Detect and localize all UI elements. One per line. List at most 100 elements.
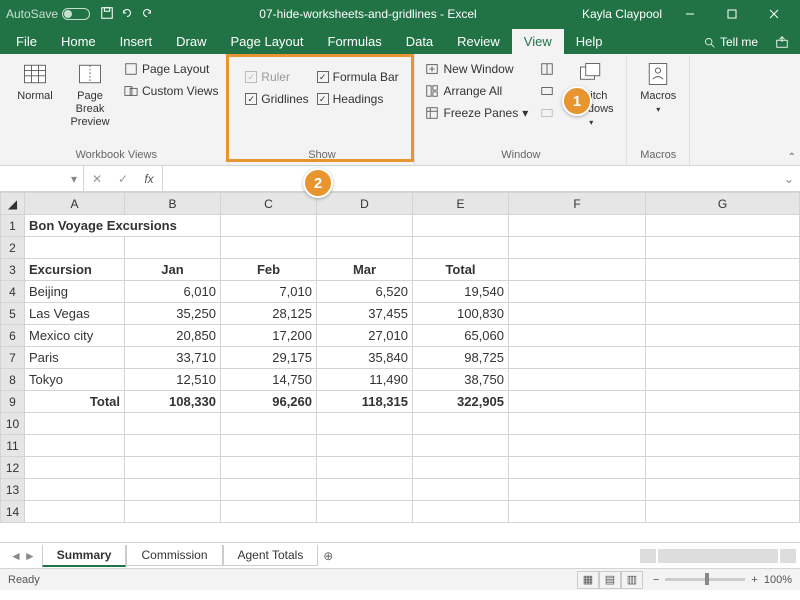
cell[interactable] [509, 215, 646, 237]
cell[interactable] [509, 237, 646, 259]
row-header[interactable]: 8 [1, 369, 25, 391]
tab-draw[interactable]: Draw [164, 29, 218, 54]
cell[interactable]: 6,010 [125, 281, 221, 303]
cell[interactable]: 27,010 [317, 325, 413, 347]
row-header[interactable]: 6 [1, 325, 25, 347]
cell[interactable] [413, 413, 509, 435]
cell[interactable] [646, 347, 800, 369]
enter-formula-icon[interactable]: ✓ [110, 166, 136, 191]
new-sheet-button[interactable]: ⊕ [318, 549, 338, 563]
cell[interactable] [509, 435, 646, 457]
cell[interactable] [25, 413, 125, 435]
prev-sheet-icon[interactable]: ◄ [10, 549, 22, 563]
page-break-view-icon[interactable]: ▥ [621, 571, 643, 589]
next-sheet-icon[interactable]: ► [24, 549, 36, 563]
row-header[interactable]: 10 [1, 413, 25, 435]
sheet-tab-summary[interactable]: Summary [42, 545, 127, 567]
undo-icon[interactable] [120, 6, 134, 23]
cell[interactable]: Mar [317, 259, 413, 281]
cell[interactable] [221, 413, 317, 435]
cell[interactable] [646, 391, 800, 413]
fx-icon[interactable]: fx [136, 166, 162, 191]
tab-page-layout[interactable]: Page Layout [219, 29, 316, 54]
cell[interactable] [509, 303, 646, 325]
cell[interactable] [646, 281, 800, 303]
cell[interactable] [317, 413, 413, 435]
row-header[interactable]: 12 [1, 457, 25, 479]
cell[interactable]: 33,710 [125, 347, 221, 369]
cell[interactable]: Excursion [25, 259, 125, 281]
toggle-off-icon[interactable] [62, 8, 90, 20]
cell[interactable] [646, 259, 800, 281]
tab-home[interactable]: Home [49, 29, 108, 54]
name-box[interactable]: ▾ [0, 166, 84, 191]
tell-me-search[interactable]: Tell me [693, 30, 768, 54]
row-header[interactable]: 14 [1, 501, 25, 523]
cell[interactable]: Feb [221, 259, 317, 281]
tab-view[interactable]: View [512, 29, 564, 54]
col-header[interactable]: A [25, 193, 125, 215]
headings-checkbox[interactable]: ✓Headings [313, 88, 403, 110]
sheet-nav[interactable]: ◄► [4, 549, 42, 563]
cell[interactable] [317, 501, 413, 523]
page-break-preview-button[interactable]: Page Break Preview [60, 58, 120, 132]
cell[interactable]: Total [25, 391, 125, 413]
row-header[interactable]: 13 [1, 479, 25, 501]
zoom-slider[interactable] [665, 578, 745, 581]
cell[interactable] [509, 281, 646, 303]
cell[interactable] [509, 391, 646, 413]
cell[interactable] [413, 479, 509, 501]
cell[interactable] [125, 413, 221, 435]
cell[interactable] [646, 435, 800, 457]
cell[interactable] [25, 479, 125, 501]
user-name[interactable]: Kayla Claypool [582, 7, 662, 21]
cell[interactable] [221, 435, 317, 457]
cell[interactable]: Beijing [25, 281, 125, 303]
zoom-in-button[interactable]: + [751, 574, 757, 586]
hscroll-right-icon[interactable] [780, 549, 796, 563]
cell[interactable] [125, 501, 221, 523]
freeze-panes-button[interactable]: Freeze Panes▾ [421, 102, 532, 124]
cell[interactable] [221, 501, 317, 523]
hscroll-left-icon[interactable] [640, 549, 656, 563]
maximize-button[interactable] [712, 0, 752, 28]
cell[interactable]: 19,540 [413, 281, 509, 303]
zoom-level[interactable]: 100% [764, 574, 792, 586]
collapse-ribbon-icon[interactable]: ⌃ [788, 152, 796, 163]
cell[interactable]: 98,725 [413, 347, 509, 369]
row-header[interactable]: 3 [1, 259, 25, 281]
custom-views-button[interactable]: Custom Views [120, 80, 222, 102]
cell[interactable] [509, 347, 646, 369]
redo-icon[interactable] [140, 6, 154, 23]
row-header[interactable]: 4 [1, 281, 25, 303]
chevron-down-icon[interactable]: ▾ [71, 172, 77, 186]
cell[interactable]: 11,490 [317, 369, 413, 391]
cell[interactable]: Mexico city [25, 325, 125, 347]
cell[interactable]: Las Vegas [25, 303, 125, 325]
col-header[interactable]: G [646, 193, 800, 215]
cell[interactable] [646, 457, 800, 479]
cell[interactable] [646, 325, 800, 347]
tab-help[interactable]: Help [564, 29, 615, 54]
cell[interactable] [413, 501, 509, 523]
cell[interactable]: 28,125 [221, 303, 317, 325]
cell[interactable] [509, 457, 646, 479]
hide-button[interactable] [536, 80, 558, 102]
autosave-toggle[interactable]: AutoSave [6, 7, 90, 21]
cell[interactable] [25, 435, 125, 457]
arrange-all-button[interactable]: Arrange All [421, 80, 532, 102]
cell[interactable] [317, 237, 413, 259]
cell[interactable]: 7,010 [221, 281, 317, 303]
cell[interactable]: 17,200 [221, 325, 317, 347]
sheet-tab-commission[interactable]: Commission [126, 545, 222, 566]
cell[interactable]: Jan [125, 259, 221, 281]
cell[interactable]: 322,905 [413, 391, 509, 413]
cell[interactable] [413, 237, 509, 259]
col-header[interactable]: C [221, 193, 317, 215]
cell[interactable]: 118,315 [317, 391, 413, 413]
normal-view-icon[interactable]: ▦ [577, 571, 599, 589]
row-header[interactable]: 7 [1, 347, 25, 369]
cell[interactable] [317, 215, 413, 237]
cell[interactable]: 96,260 [221, 391, 317, 413]
cell[interactable]: 100,830 [413, 303, 509, 325]
